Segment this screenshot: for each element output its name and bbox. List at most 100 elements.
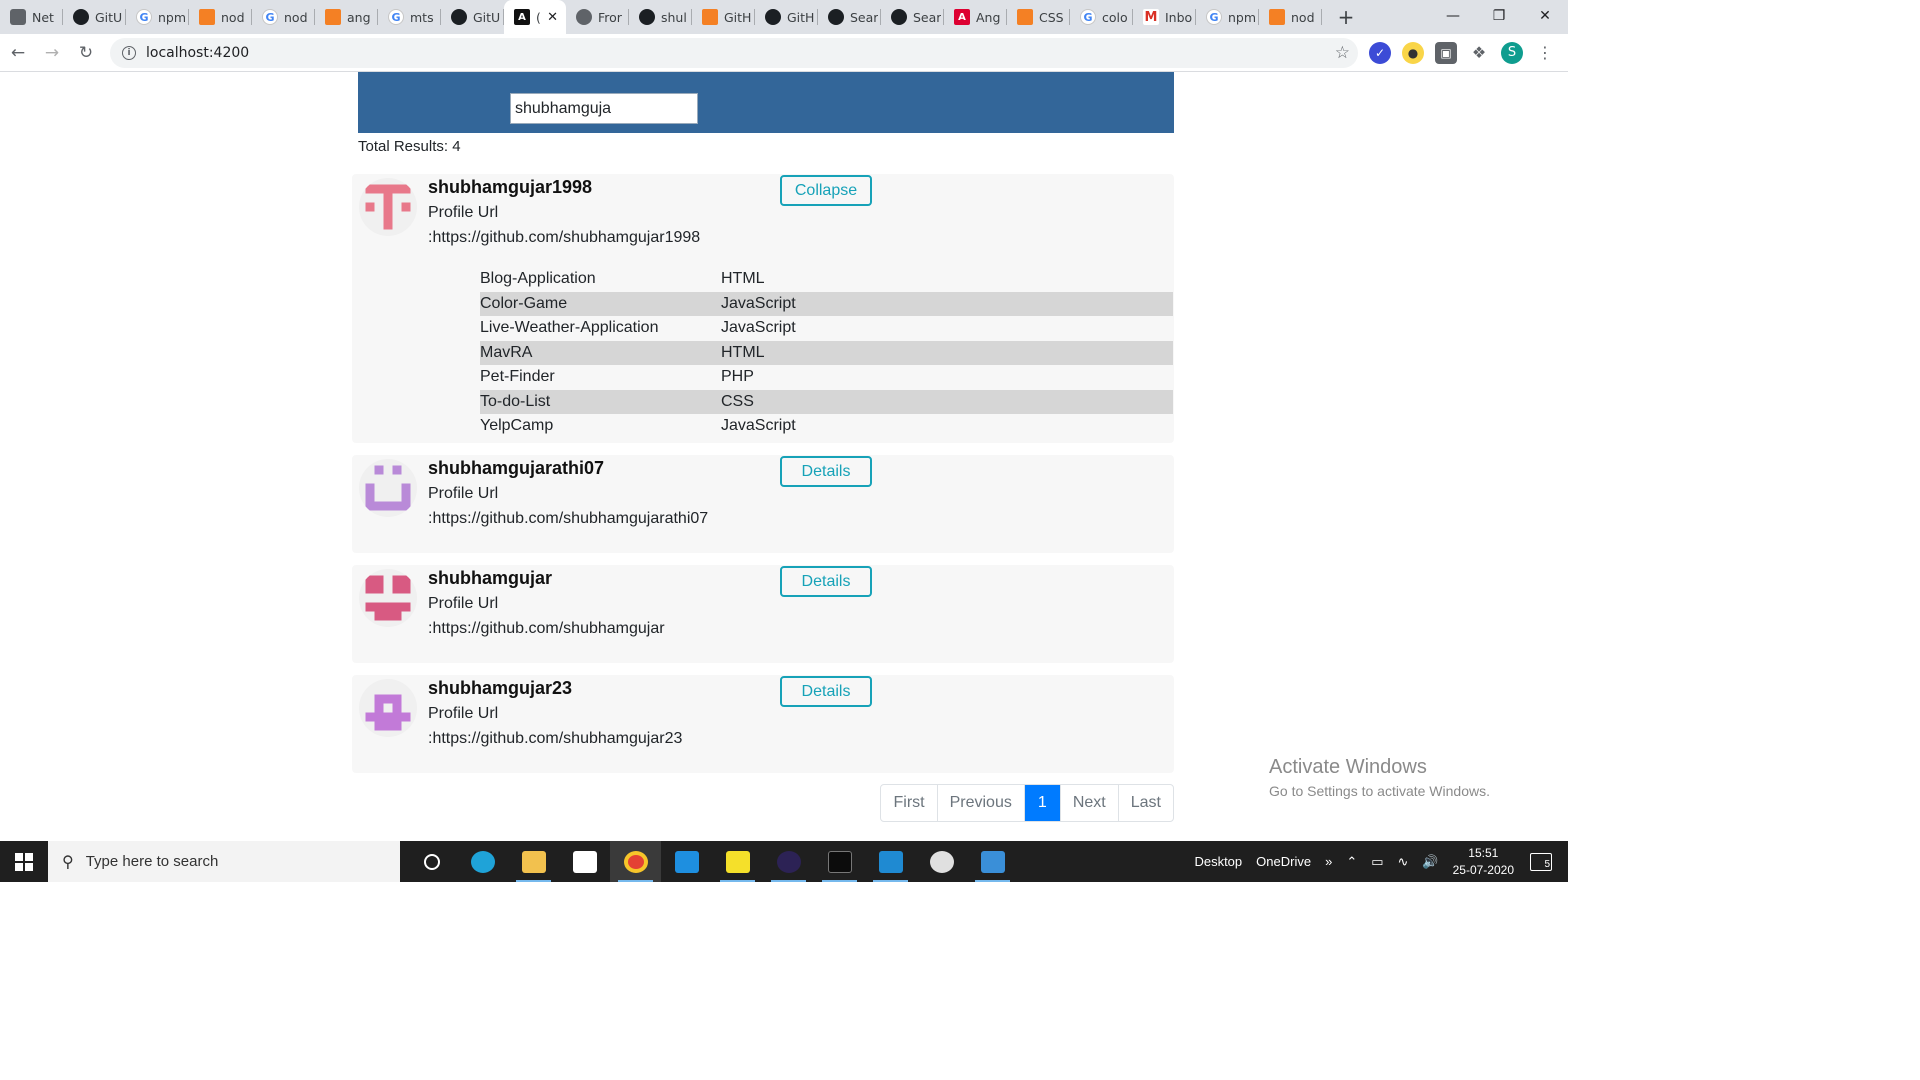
results-container: Total Results: 4 shubhamgujar1998 Profile… [352,72,1174,822]
watermark-title: Activate Windows [1269,756,1427,778]
browser-tab[interactable]: nod [1259,0,1322,34]
system-tray: Desktop OneDrive » ⌃ ▭ ∿ 🔊 15:51 25-07-2… [1194,841,1568,882]
username: shubhamgujar [428,568,553,588]
profile-url[interactable]: :https://github.com/shubhamgujar1998 [428,229,700,247]
pagination: First Previous 1 Next Last [880,784,1174,822]
profile-url[interactable]: :https://github.com/shubhamgujar23 [428,730,682,748]
notification-icon[interactable]: 5 [1530,852,1552,871]
page-current-button[interactable]: 1 [1023,785,1060,821]
bookmark-star-icon[interactable]: ☆ [1335,43,1350,63]
store-icon[interactable] [559,841,610,882]
browser-tab[interactable]: Gnod [252,0,315,34]
site-info-icon[interactable]: i [122,45,136,60]
page-next-button[interactable]: Next [1059,785,1118,821]
details-button[interactable]: Details [780,566,872,597]
windows-start-icon[interactable] [0,841,48,882]
desktop-toolbar-label[interactable]: Desktop [1194,854,1242,869]
browser-tab[interactable]: shul [629,0,692,34]
browser-tab[interactable]: CSS [1007,0,1070,34]
details-button[interactable]: Details [780,676,872,707]
repo-language: JavaScript [721,291,1173,316]
forward-icon[interactable]: → [36,37,68,69]
browser-tab[interactable]: GitH [755,0,818,34]
wifi-icon[interactable]: ∿ [1398,854,1409,870]
sticky-notes-icon[interactable] [712,841,763,882]
taskbar-search-placeholder: Type here to search [85,853,219,870]
extension-bag-icon[interactable]: ▣ [1435,41,1457,64]
browser-tab[interactable]: Gnpm [126,0,189,34]
taskbar-clock[interactable]: 15:51 25-07-2020 [1453,845,1514,879]
stackoverflow-icon [199,9,215,25]
repo-language: PHP [721,368,754,386]
vscode-icon[interactable] [865,841,916,882]
stackoverflow-icon [702,9,718,25]
extension-glasses-icon[interactable]: ● [1402,41,1424,64]
extension-shield-icon[interactable]: ✓ [1369,41,1391,64]
profile-avatar[interactable]: S [1501,41,1523,64]
browser-tab[interactable]: M Inbo [1133,0,1196,34]
stackoverflow-icon [1269,9,1285,25]
page-previous-button[interactable]: Previous [936,785,1024,821]
browser-tab[interactable]: GitU [441,0,504,34]
browser-tab[interactable]: Net [0,0,63,34]
notification-count: 5 [1544,858,1550,870]
table-row: Color-Game JavaScript [480,291,1173,316]
chrome-icon[interactable] [610,841,661,882]
edge-icon[interactable] [457,841,508,882]
browser-tab[interactable]: A Ang [944,0,1007,34]
volume-icon[interactable]: 🔊 [1422,854,1438,870]
taskbar-search-box[interactable]: ⚲ Type here to search [48,841,400,882]
browser-tab[interactable]: Sear [881,0,944,34]
github-icon [639,9,655,25]
address-bar[interactable]: i localhost:4200 ☆ [110,37,1358,68]
github-icon [73,9,89,25]
close-window-icon[interactable]: ✕ [1522,0,1568,32]
browser-tab[interactable]: Gmts [378,0,441,34]
onedrive-label[interactable]: OneDrive [1256,854,1311,869]
tab-title: CSS [1039,9,1064,25]
browser-tab[interactable]: A (✕ [504,0,566,34]
clock-date: 25-07-2020 [1452,862,1514,877]
browser-tab-strip: Net GitU Gnpm nod Gnod ang Gmts GitU A(✕ Fror shul… [0,0,1568,34]
browser-tab[interactable]: GitU [63,0,126,34]
eclipse-icon[interactable] [763,841,814,882]
profile-url-label: Profile Url [428,705,499,722]
chevron-up-icon[interactable]: ⌃ [1346,854,1357,870]
minimize-icon[interactable]: — [1430,0,1476,32]
browser-tab[interactable]: ang [315,0,378,34]
page-first-button[interactable]: First [881,785,936,821]
google-icon: G [136,9,152,25]
desktop-app-icon[interactable] [967,841,1018,882]
browser-tab[interactable]: Fror [566,0,629,34]
file-explorer-icon[interactable] [508,841,559,882]
cortana-icon[interactable] [406,841,457,882]
details-button[interactable]: Details [780,456,872,487]
search-input[interactable] [510,93,698,124]
browser-tab[interactable]: Gnpm [1196,0,1259,34]
profile-url[interactable]: :https://github.com/shubhamgujar [428,620,665,638]
battery-icon[interactable]: ▭ [1371,854,1383,870]
repo-name: To-do-List [480,389,721,414]
new-tab-button[interactable]: + [1328,0,1364,34]
stackoverflow-icon [325,9,341,25]
reload-icon[interactable]: ↻ [70,37,102,69]
tab-title: nod [1291,9,1315,25]
profile-url[interactable]: :https://github.com/shubhamgujarathi07 [428,510,708,528]
terminal-icon[interactable] [814,841,865,882]
browser-tab[interactable]: nod [189,0,252,34]
browser-tab[interactable]: Gcolo [1070,0,1133,34]
restore-icon[interactable]: ❐ [1476,0,1522,32]
chevron-right-icon[interactable]: » [1325,854,1332,869]
extensions-puzzle-icon[interactable]: ❖ [1468,42,1490,64]
repo-name: YelpCamp [480,417,554,435]
browser-tab[interactable]: Sear [818,0,881,34]
paint-icon[interactable] [916,841,967,882]
mail-icon[interactable] [661,841,712,882]
browser-menu-icon[interactable]: ⋮ [1534,42,1556,64]
browser-tab[interactable]: GitH [692,0,755,34]
avatar [359,569,417,627]
close-tab-icon[interactable]: ✕ [547,10,558,25]
back-icon[interactable]: ← [2,37,34,69]
page-last-button[interactable]: Last [1117,785,1173,821]
collapse-button[interactable]: Collapse [780,175,872,206]
